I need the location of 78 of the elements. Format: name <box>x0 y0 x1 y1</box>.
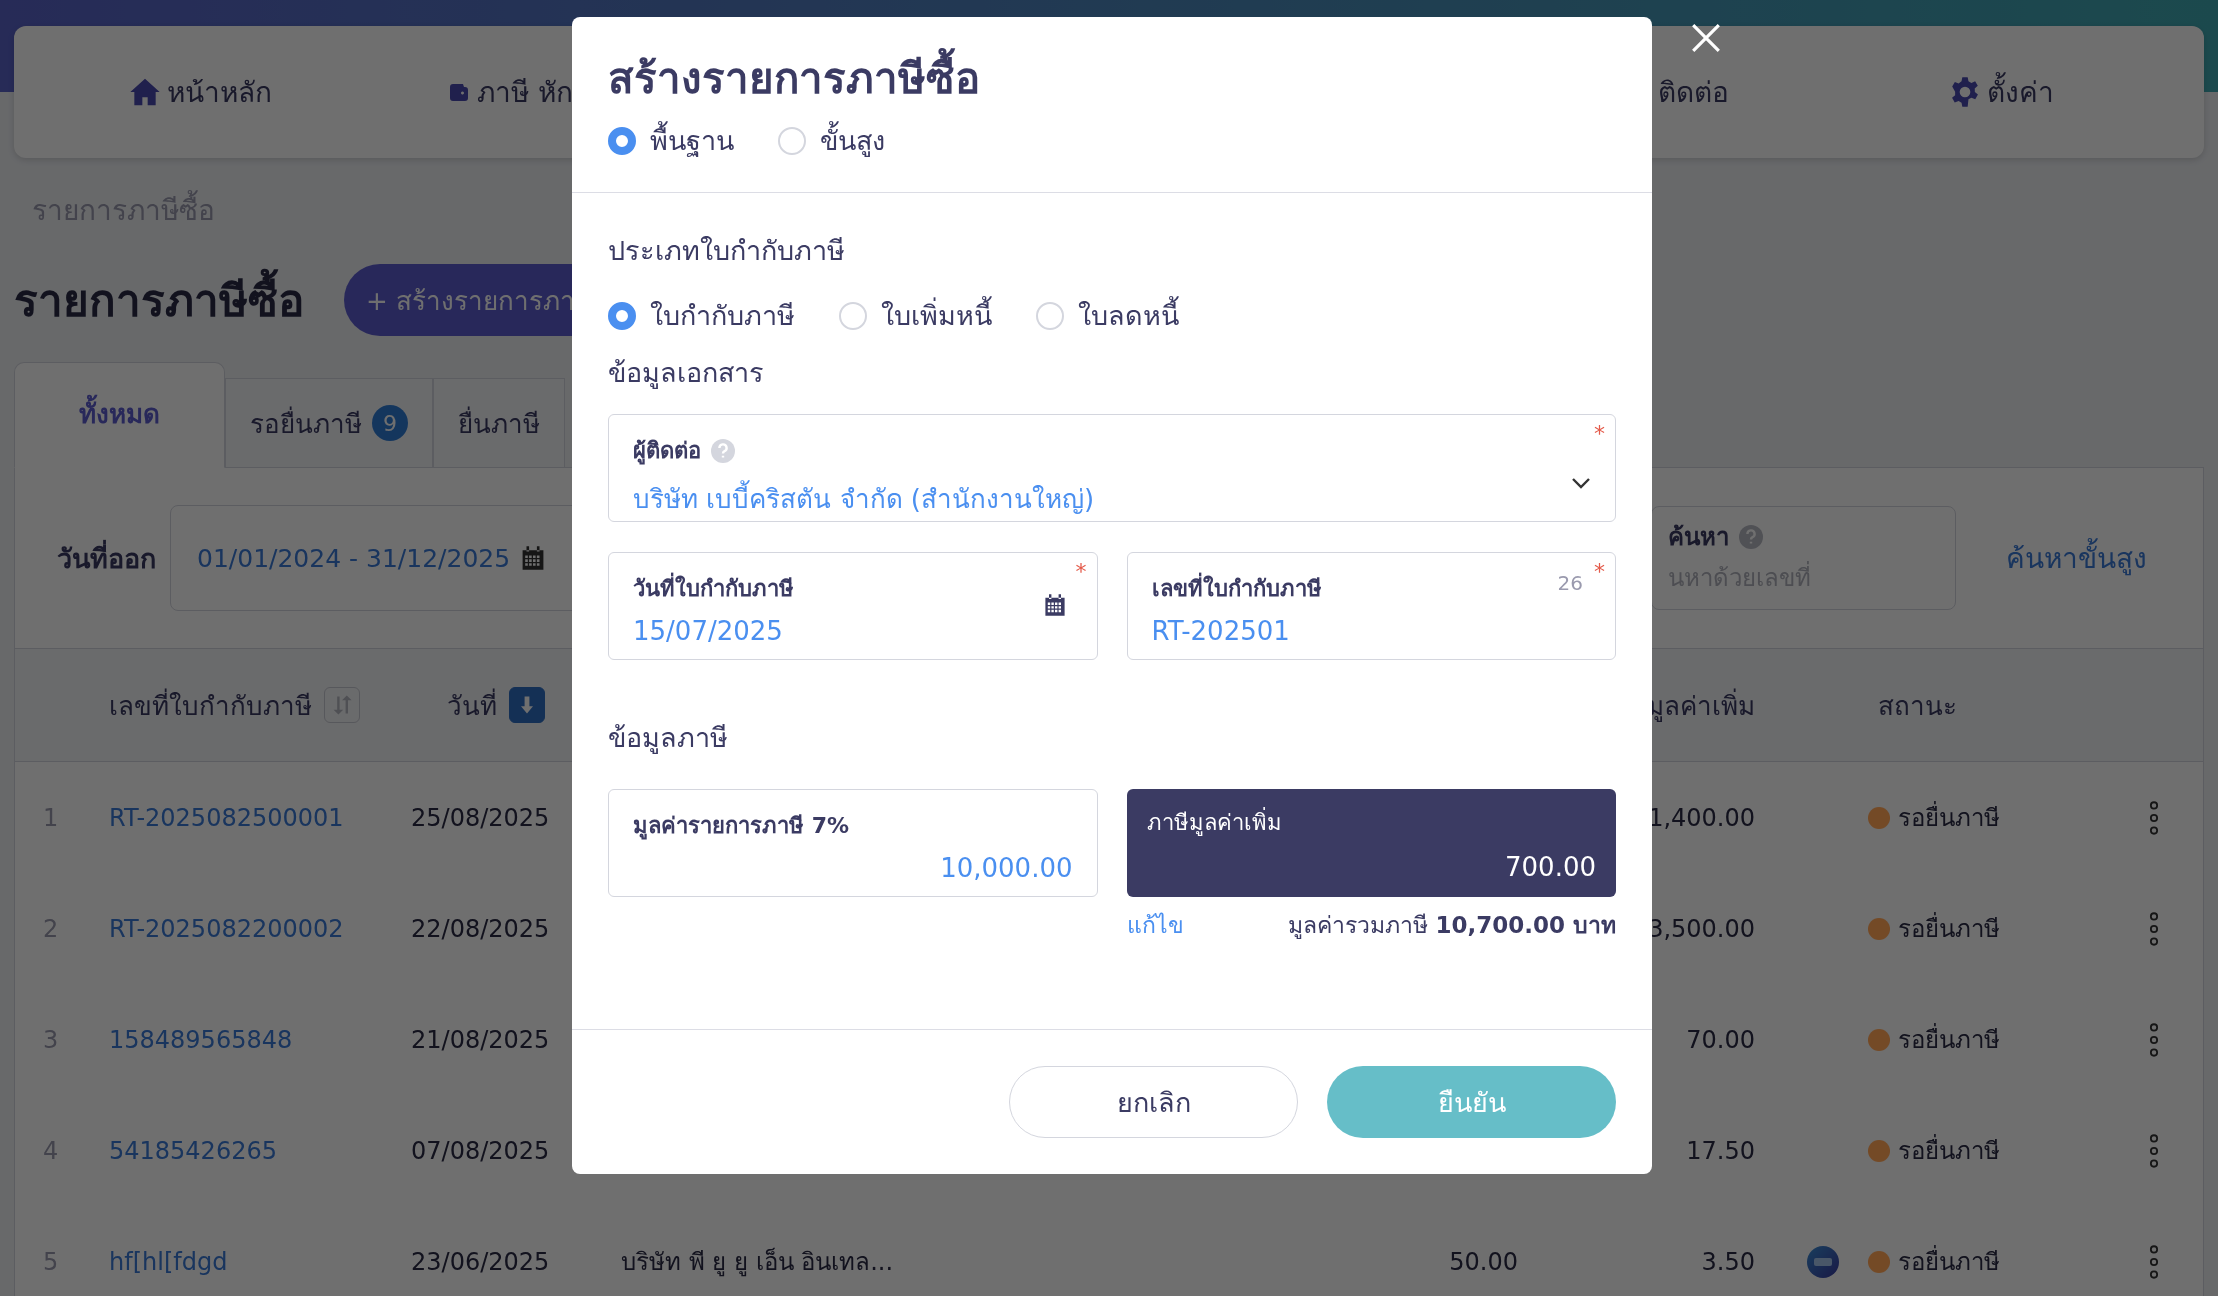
status-text: รอยื่นภาษี <box>1898 1242 2000 1281</box>
radio-option[interactable]: ใบเพิ่มหนี้ <box>839 294 992 337</box>
document-link[interactable]: RT-2025082500001 <box>109 803 344 832</box>
close-icon[interactable] <box>1690 22 1722 54</box>
confirm-button[interactable]: ยืนยัน <box>1327 1066 1616 1138</box>
document-link[interactable]: RT-2025082200002 <box>109 914 344 943</box>
amount-field[interactable]: มูลค่ารายการภาษี 7% 10,000.00 <box>608 789 1098 897</box>
table-cell: 17.50 <box>1686 1136 1755 1165</box>
calendar-icon <box>1042 593 1067 617</box>
column-header: เลขที่ใบกำกับภาษี <box>109 687 312 723</box>
home-icon <box>129 76 161 108</box>
required-mark: * <box>1594 559 1605 584</box>
table-cell: 50.00 <box>1449 1247 1518 1276</box>
field-value: 15/07/2025 <box>633 616 783 646</box>
table-cell-text: 21/08/2025 <box>411 1025 551 1054</box>
status-text: รอยื่นภาษี <box>1898 1131 2000 1170</box>
field-label: เลขที่ใบกำกับภาษี <box>1151 571 1322 606</box>
field-label: มูลค่ารายการภาษี 7% <box>633 812 849 842</box>
count-badge: 9 <box>372 405 408 441</box>
radio-option[interactable]: ใบลดหนี้ <box>1036 294 1179 337</box>
status-text: รอยื่นภาษี <box>1898 1020 2000 1059</box>
vat-value: 700.00 <box>1504 852 1596 882</box>
field-value: RT-202501 <box>1151 616 1290 646</box>
required-mark: * <box>1594 421 1605 446</box>
more-icon[interactable] <box>2148 1021 2160 1058</box>
table-cell-text: 07/08/2025 <box>411 1136 551 1165</box>
character-counter: 26 <box>1557 571 1583 595</box>
table-cell: 70.00 <box>1686 1025 1755 1054</box>
radio-option[interactable]: ขั้นสูง <box>778 119 885 162</box>
vat-label: ภาษีมูลค่าเพิ่ม <box>1146 805 1596 840</box>
field-value: 10,000.00 <box>940 853 1073 883</box>
section-label: ข้อมูลเอกสาร <box>608 356 765 391</box>
cancel-button[interactable]: ยกเลิก <box>1009 1066 1298 1138</box>
tab[interactable]: ยื่นภาษี <box>433 378 565 468</box>
settings-icon <box>1949 76 1981 108</box>
advanced-search-link[interactable]: ค้นหาขั้นสูง <box>2006 536 2147 580</box>
field-label: ผู้ติดต่อ <box>633 437 701 467</box>
status-text: รอยื่นภาษี <box>1898 798 2000 837</box>
table-cell-text: 23/06/2025 <box>411 1247 551 1276</box>
column-header: สถานะ <box>1878 689 1957 723</box>
more-icon[interactable] <box>2148 799 2160 836</box>
table-cell-text: บริษัท พี ยู ยู เอ็น อินเทล... <box>621 1246 894 1279</box>
more-icon[interactable] <box>2148 1243 2160 1280</box>
chevron-down-icon <box>1571 477 1591 489</box>
invoice-number-field[interactable]: เลขที่ใบกำกับภาษี RT-202501 * 26 <box>1126 552 1616 660</box>
required-mark: * <box>1075 559 1087 584</box>
edit-link[interactable]: แก้ไข <box>1126 907 1184 943</box>
column-header: มูลค่าเพิ่ม <box>1647 687 1755 724</box>
column-header: วันที่ <box>447 687 497 723</box>
nav-link[interactable]: ติดต่อ <box>1658 70 1729 114</box>
total-text: มูลค่ารวมภาษี 10,700.00 บาท <box>1288 911 1616 941</box>
more-icon[interactable] <box>2148 910 2160 947</box>
help-icon <box>711 438 735 463</box>
table-cell: 3,500.00 <box>1648 914 1755 943</box>
nav-link[interactable]: ตั้งค่า <box>1949 70 2054 114</box>
table-cell-text: 22/08/2025 <box>411 914 551 943</box>
radio-option[interactable]: พื้นฐาน <box>608 119 734 162</box>
more-icon[interactable] <box>2148 1132 2160 1169</box>
document-link[interactable]: 158489565848 <box>109 1025 293 1054</box>
section-label: ข้อมูลภาษี <box>608 721 729 756</box>
filter-label: วันที่ออก <box>57 539 156 576</box>
document-link[interactable]: hf[hl[fdgd <box>109 1247 228 1276</box>
tab[interactable]: รอยื่นภาษี 9 <box>225 378 433 468</box>
table-cell: 1,400.00 <box>1648 803 1755 832</box>
nav-link[interactable]: หน้าหลัก <box>129 70 272 114</box>
nav-link[interactable]: ภาษี หัก <box>447 70 573 114</box>
contact-select[interactable]: ผู้ติดต่อ บริษัท เบบี้คริสตัน จำกัด (สำนักงานใหญ่) * <box>608 414 1616 522</box>
sort-button[interactable] <box>509 687 545 723</box>
status-text: รอยื่นภาษี <box>1898 909 2000 948</box>
modal-title: สร้างรายการภาษีซื้อ <box>608 45 1616 111</box>
page-title: รายการภาษีซื้อ <box>14 265 304 335</box>
table-cell-text: 25/08/2025 <box>411 803 551 832</box>
table-cell: 3.50 <box>1701 1247 1755 1276</box>
tab[interactable]: ทั้งหมด <box>14 362 225 468</box>
document-link[interactable]: 54185426265 <box>109 1136 277 1165</box>
help-icon <box>1739 524 1763 549</box>
search-label: ค้นหา <box>1668 522 1729 553</box>
date-field[interactable]: วันที่ใบกำกับภาษี 15/07/2025 * <box>608 552 1098 660</box>
